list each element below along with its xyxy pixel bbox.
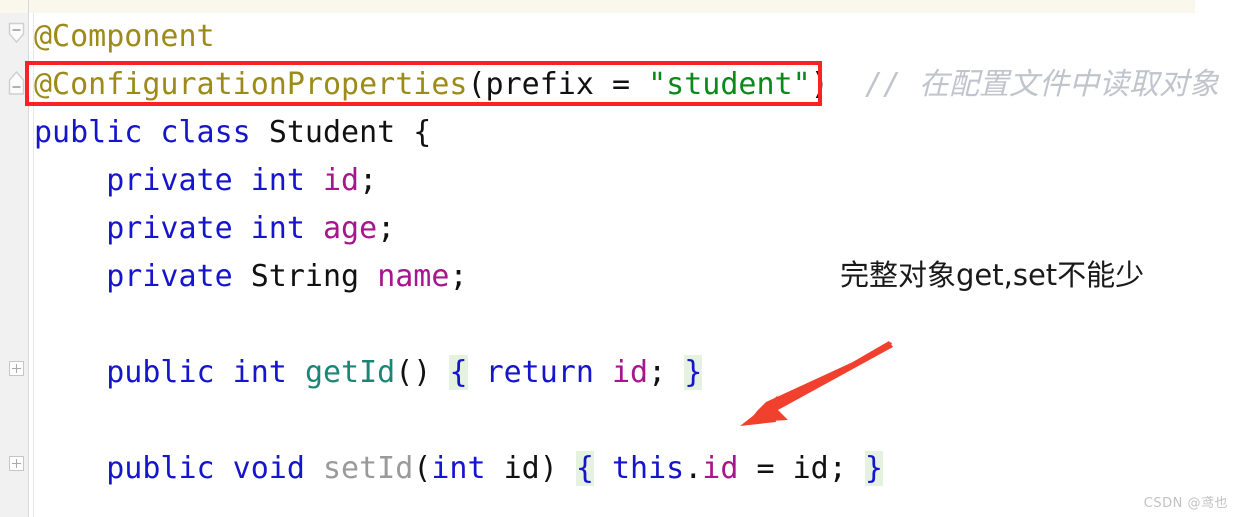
code-token-method: getId (304, 355, 396, 390)
code-token-comment-cn: 在配置文件中读取对象 (919, 67, 1220, 102)
red-arrow-icon (726, 338, 896, 434)
code-token-plain: ; (449, 259, 468, 294)
code-token-plain: Student { (268, 115, 432, 150)
fold-expand-box-setid-icon[interactable] (9, 456, 24, 471)
code-token-annotation: @ConfigurationProperties (34, 67, 468, 102)
line-field-age[interactable]: private int age; (34, 205, 1238, 253)
line-method-setid[interactable]: public void setId(int id) { this.id = id… (34, 445, 1238, 493)
code-token-brace-highlight: { (575, 451, 594, 486)
code-token-plain: id (503, 451, 540, 486)
code-token-field: name (377, 259, 450, 294)
code-token-plain: ) (539, 451, 558, 486)
csdn-watermark: CSDN @鸢也 (1143, 496, 1228, 511)
code-token-annotation: @Component (34, 19, 215, 54)
code-token-keyword: private int (34, 211, 323, 246)
code-token-field: id (702, 451, 739, 486)
code-token-plain: ; (377, 211, 396, 246)
fold-collapse-stub-icon[interactable] (8, 70, 25, 95)
code-token-keyword: public int (34, 355, 305, 390)
code-token-plain: prefix (485, 67, 594, 102)
code-token-plain: ) (810, 67, 829, 102)
line-annotation-component[interactable]: @Component (34, 13, 1238, 61)
code-token-plain: ( (467, 67, 486, 102)
code-editor-screenshot: @Component @ConfigurationProperties(prefi… (0, 0, 1238, 517)
code-token-plain: id (792, 451, 829, 486)
code-token-brace-highlight: } (684, 355, 703, 390)
current-line-highlight-partial (0, 0, 1195, 13)
code-token-plain: ( (413, 451, 432, 486)
code-token-keyword: public void (34, 451, 323, 486)
line-annotation-configurationproperties[interactable]: @ConfigurationProperties(prefix = "stude… (34, 61, 1238, 109)
code-token-brace-highlight: } (864, 451, 883, 486)
code-token-plain: = (738, 451, 793, 486)
line-blank-2[interactable] (34, 397, 1238, 445)
code-token-field: id (612, 355, 649, 390)
annotation-note-text: 完整对象get,set不能少 (840, 258, 1145, 292)
line-field-id[interactable]: private int id; (34, 157, 1238, 205)
gutter-divider (28, 0, 29, 517)
code-token-plain: () (395, 355, 432, 390)
code-token-brace-highlight: { (449, 355, 468, 390)
code-token-string: "student" (648, 67, 811, 102)
code-token-keyword: public class (34, 115, 269, 150)
code-token-field: age (322, 211, 378, 246)
line-blank-1[interactable] (34, 301, 1238, 349)
code-token-plain: ; (359, 163, 378, 198)
line-method-getid[interactable]: public int getId() { return id; } (34, 349, 1238, 397)
code-token-keyword: this (611, 451, 685, 486)
fold-collapse-arrow-icon[interactable] (8, 22, 25, 44)
code-token-gray: setId (322, 451, 414, 486)
code-token-keyword: int (431, 451, 504, 486)
code-token-comment: // (828, 67, 920, 102)
fold-expand-box-getid-icon[interactable] (9, 361, 24, 376)
line-class-declaration[interactable]: public class Student { (34, 109, 1238, 157)
code-token-plain: ; (828, 451, 847, 486)
code-token-field: id (322, 163, 360, 198)
code-token-plain: ; (648, 355, 667, 390)
code-token-keyword: private int (34, 163, 323, 198)
code-token-plain: . (684, 451, 703, 486)
code-token-plain: = (593, 67, 649, 102)
code-token-keyword: private (34, 259, 251, 294)
code-token-keyword: return (485, 355, 612, 390)
code-token-plain: String (250, 259, 378, 294)
